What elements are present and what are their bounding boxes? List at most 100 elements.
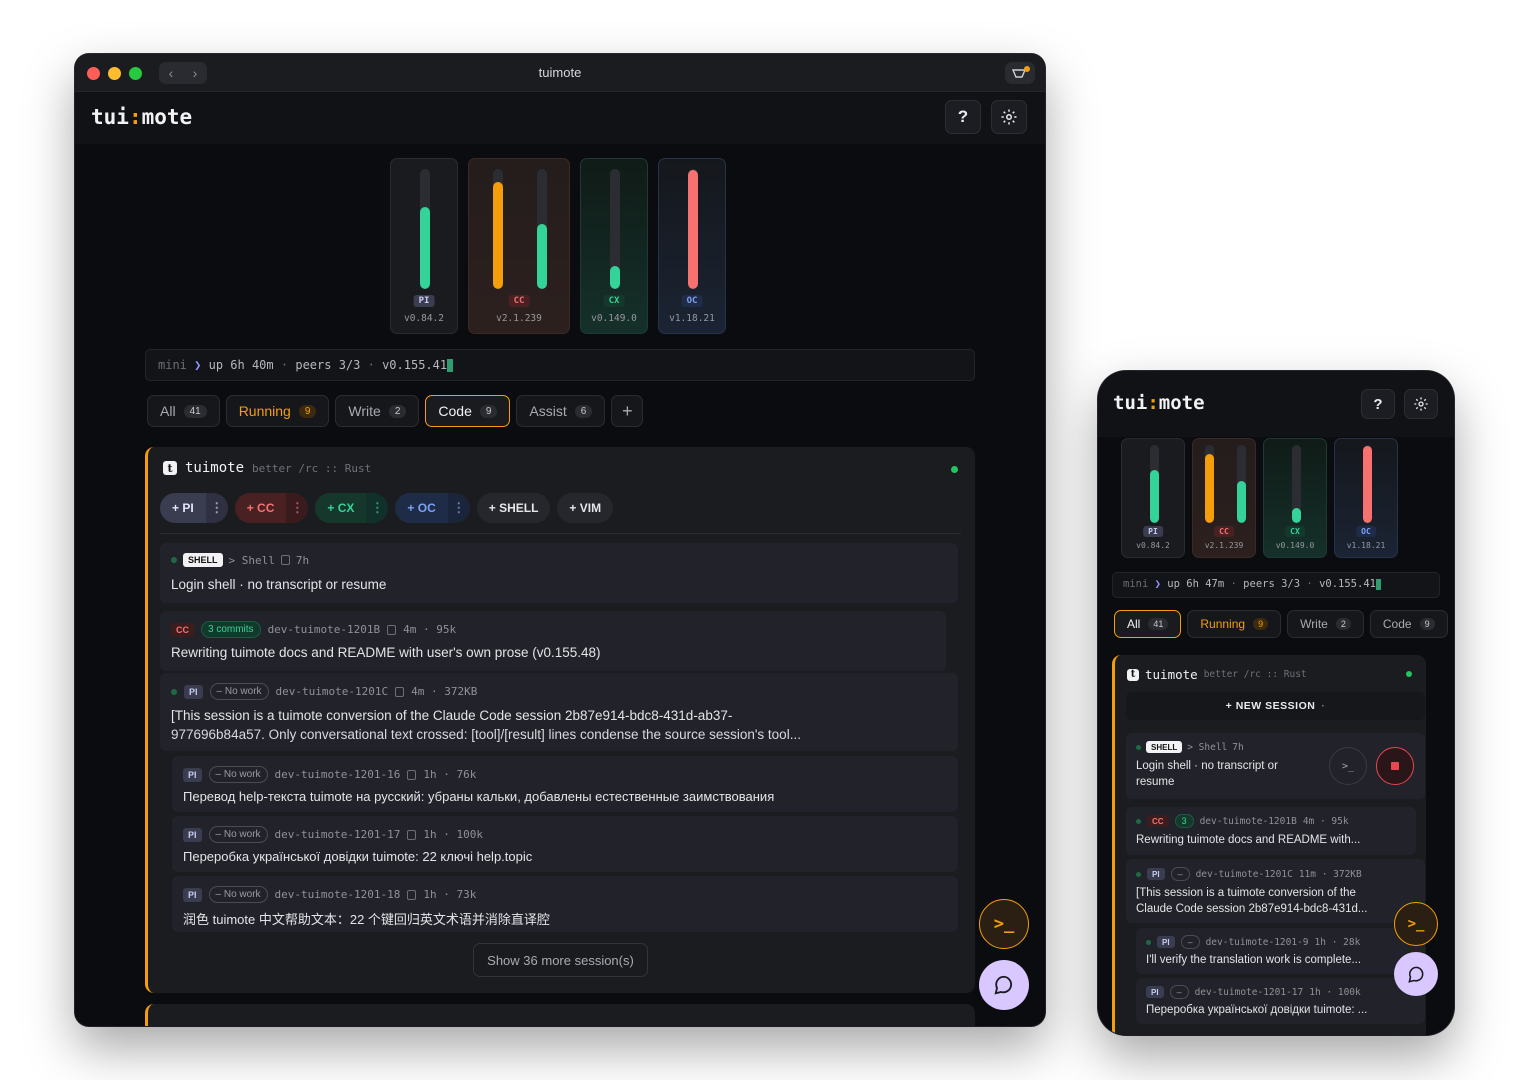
- logo-colon: :: [1147, 392, 1159, 414]
- usage-meter: [610, 169, 620, 289]
- show-more-button[interactable]: Show 36 more session(s): [473, 943, 648, 977]
- session-age: 1h · 28k: [1314, 936, 1361, 948]
- more-options-icon[interactable]: ⋮: [366, 493, 389, 523]
- commits-chip[interactable]: 3: [1174, 814, 1194, 828]
- copy-icon[interactable]: [407, 829, 417, 840]
- terminal-fab[interactable]: >_: [1394, 902, 1438, 946]
- session-summary-line2: resume: [1136, 776, 1175, 788]
- tab-code[interactable]: Code 9: [1369, 610, 1448, 638]
- tab-write[interactable]: Write 2: [335, 395, 420, 427]
- copy-icon[interactable]: [395, 686, 405, 697]
- session-name: dev-tuimote-1201-9: [1205, 936, 1309, 948]
- status-version: v0.155.41: [382, 358, 448, 372]
- tab-all[interactable]: All 41: [147, 395, 220, 427]
- extension-icon[interactable]: [1005, 62, 1035, 84]
- launch-button[interactable]: + CC: [234, 493, 287, 523]
- launch-button[interactable]: + CX: [315, 493, 367, 523]
- terminal-fab[interactable]: >_: [979, 899, 1029, 949]
- copy-icon[interactable]: [407, 769, 417, 780]
- usage-meter: [1204, 445, 1214, 523]
- agent-card-oc[interactable]: OC v1.18.21: [1334, 438, 1398, 558]
- session-name: dev-tuimote-1201-17: [274, 828, 401, 841]
- session-row-pi[interactable]: PI – No work dev-tuimote-1201C 4m · 372K…: [160, 673, 958, 751]
- agent-card-cx[interactable]: CX v0.149.0: [1263, 438, 1327, 558]
- launch-button[interactable]: + OC: [395, 493, 448, 523]
- app-header: tui:mote ?: [1098, 371, 1454, 437]
- attach-terminal-button[interactable]: >_: [1329, 747, 1367, 785]
- agent-card-cc[interactable]: CC v2.1.239: [1192, 438, 1256, 558]
- agent-version: v1.18.21: [669, 313, 715, 324]
- settings-button[interactable]: [1404, 389, 1438, 419]
- more-options-icon[interactable]: ⋮: [205, 493, 228, 523]
- no-work-chip: – No work: [209, 683, 269, 700]
- mobile-view: tui:mote ? PI v0.84.2 CC v2.1.239 CX v0.149.0…: [1098, 371, 1454, 1035]
- new-session-button[interactable]: + NEW SESSION ·: [1126, 692, 1425, 720]
- project-name[interactable]: tuimote: [185, 460, 244, 476]
- session-row-child[interactable]: PI – dev-tuimote-1201-17 1h · 100k Перер…: [1136, 978, 1425, 1024]
- session-row-pi[interactable]: PI – dev-tuimote-1201C 11m · 372KB [This…: [1126, 859, 1425, 923]
- launch-button[interactable]: + PI: [160, 493, 206, 523]
- session-name: dev-tuimote-1201-18: [274, 888, 401, 901]
- copy-icon[interactable]: [407, 889, 417, 900]
- session-row-cc[interactable]: CC 3 dev-tuimote-1201B 4m · 95k Rewritin…: [1126, 807, 1416, 855]
- session-summary: 润色 tuimote 中文帮助文本：22 个键回归英文术语并消除直译腔: [183, 912, 550, 927]
- divider: [160, 533, 961, 534]
- launch-button[interactable]: + VIM: [557, 493, 614, 523]
- session-age: 11m · 372KB: [1298, 868, 1362, 880]
- logo-colon: :: [128, 105, 142, 129]
- tab-all[interactable]: All 41: [1114, 610, 1182, 638]
- agent-card-cx[interactable]: CX v0.149.0: [580, 158, 648, 334]
- project-name[interactable]: tuimote: [1145, 667, 1198, 682]
- launch-shell-pill: + SHELL: [476, 493, 551, 523]
- tab-assist[interactable]: Assist 6: [516, 395, 606, 427]
- session-name: dev-tuimote-1201-16: [274, 768, 401, 781]
- status-host: mini: [158, 358, 187, 372]
- tab-running[interactable]: Running 9: [225, 395, 330, 427]
- chat-icon: [1407, 966, 1423, 983]
- help-button[interactable]: ?: [945, 100, 981, 134]
- session-row-child[interactable]: PI – No work dev-tuimote-1201-16 1h · 76…: [172, 756, 958, 812]
- chat-fab[interactable]: [979, 960, 1029, 1010]
- copy-icon[interactable]: [280, 555, 290, 565]
- tab-write[interactable]: Write 2: [1287, 610, 1364, 638]
- tab-label: All: [1127, 617, 1141, 631]
- more-options-icon[interactable]: ⋮: [447, 493, 470, 523]
- desktop-window: ‹ › tuimote tui:mote ? PI v0.84.2 CC v2.1.2…: [75, 54, 1045, 1026]
- tab-code[interactable]: Code 9: [425, 395, 511, 427]
- session-row-shell[interactable]: SHELL > Shell 7h Login shell · no transc…: [1126, 733, 1425, 799]
- status-sep: ·: [1230, 578, 1237, 590]
- no-work-chip: –: [1180, 935, 1200, 949]
- session-row-child[interactable]: PI – dev-tuimote-1201-9 1h · 28k I'll ve…: [1136, 928, 1425, 974]
- agent-badge: CC: [1214, 526, 1234, 537]
- session-summary-line1: [This session is a tuimote conversion of…: [1136, 887, 1356, 899]
- tab-count: 2: [388, 404, 407, 418]
- new-session-label: + NEW SESSION: [1225, 700, 1316, 712]
- usage-meter: [1149, 445, 1159, 523]
- session-tag: PI: [183, 767, 202, 782]
- commits-chip[interactable]: 3 commits: [201, 621, 261, 638]
- chat-fab[interactable]: [1394, 952, 1438, 996]
- session-row-cc[interactable]: CC 3 commits dev-tuimote-1201B 4m · 95k …: [160, 611, 946, 671]
- session-row-shell[interactable]: SHELL > Shell 7h Login shell · no transc…: [160, 543, 958, 603]
- usage-meter: [420, 169, 430, 289]
- agent-version: v0.149.0: [1275, 541, 1315, 550]
- filter-tabs: All 41 Running 9 Write 2 Code 9 Assist 6 +: [147, 395, 644, 427]
- add-tab-button[interactable]: +: [611, 395, 644, 427]
- agent-card-pi[interactable]: PI v0.84.2: [390, 158, 458, 334]
- session-row-child[interactable]: PI – No work dev-tuimote-1201-17 1h · 10…: [172, 816, 958, 872]
- stop-session-button[interactable]: [1376, 747, 1414, 785]
- agent-card-pi[interactable]: PI v0.84.2: [1121, 438, 1185, 558]
- usage-meter-fill: [1149, 469, 1159, 523]
- help-button[interactable]: ?: [1361, 389, 1395, 419]
- settings-button[interactable]: [991, 100, 1027, 134]
- more-options-icon[interactable]: ⋮: [286, 493, 309, 523]
- agent-card-oc[interactable]: OC v1.18.21: [658, 158, 726, 334]
- tab-running[interactable]: Running 9: [1187, 610, 1282, 638]
- launch-button[interactable]: + SHELL: [476, 493, 551, 523]
- no-work-chip: – No work: [208, 886, 268, 903]
- usage-meter-fill: [1236, 480, 1246, 523]
- next-project-panel[interactable]: [145, 1004, 975, 1026]
- copy-icon[interactable]: [387, 624, 397, 635]
- session-row-child[interactable]: PI – No work dev-tuimote-1201-18 1h · 73…: [172, 876, 958, 932]
- agent-card-cc[interactable]: CC v2.1.239: [468, 158, 570, 334]
